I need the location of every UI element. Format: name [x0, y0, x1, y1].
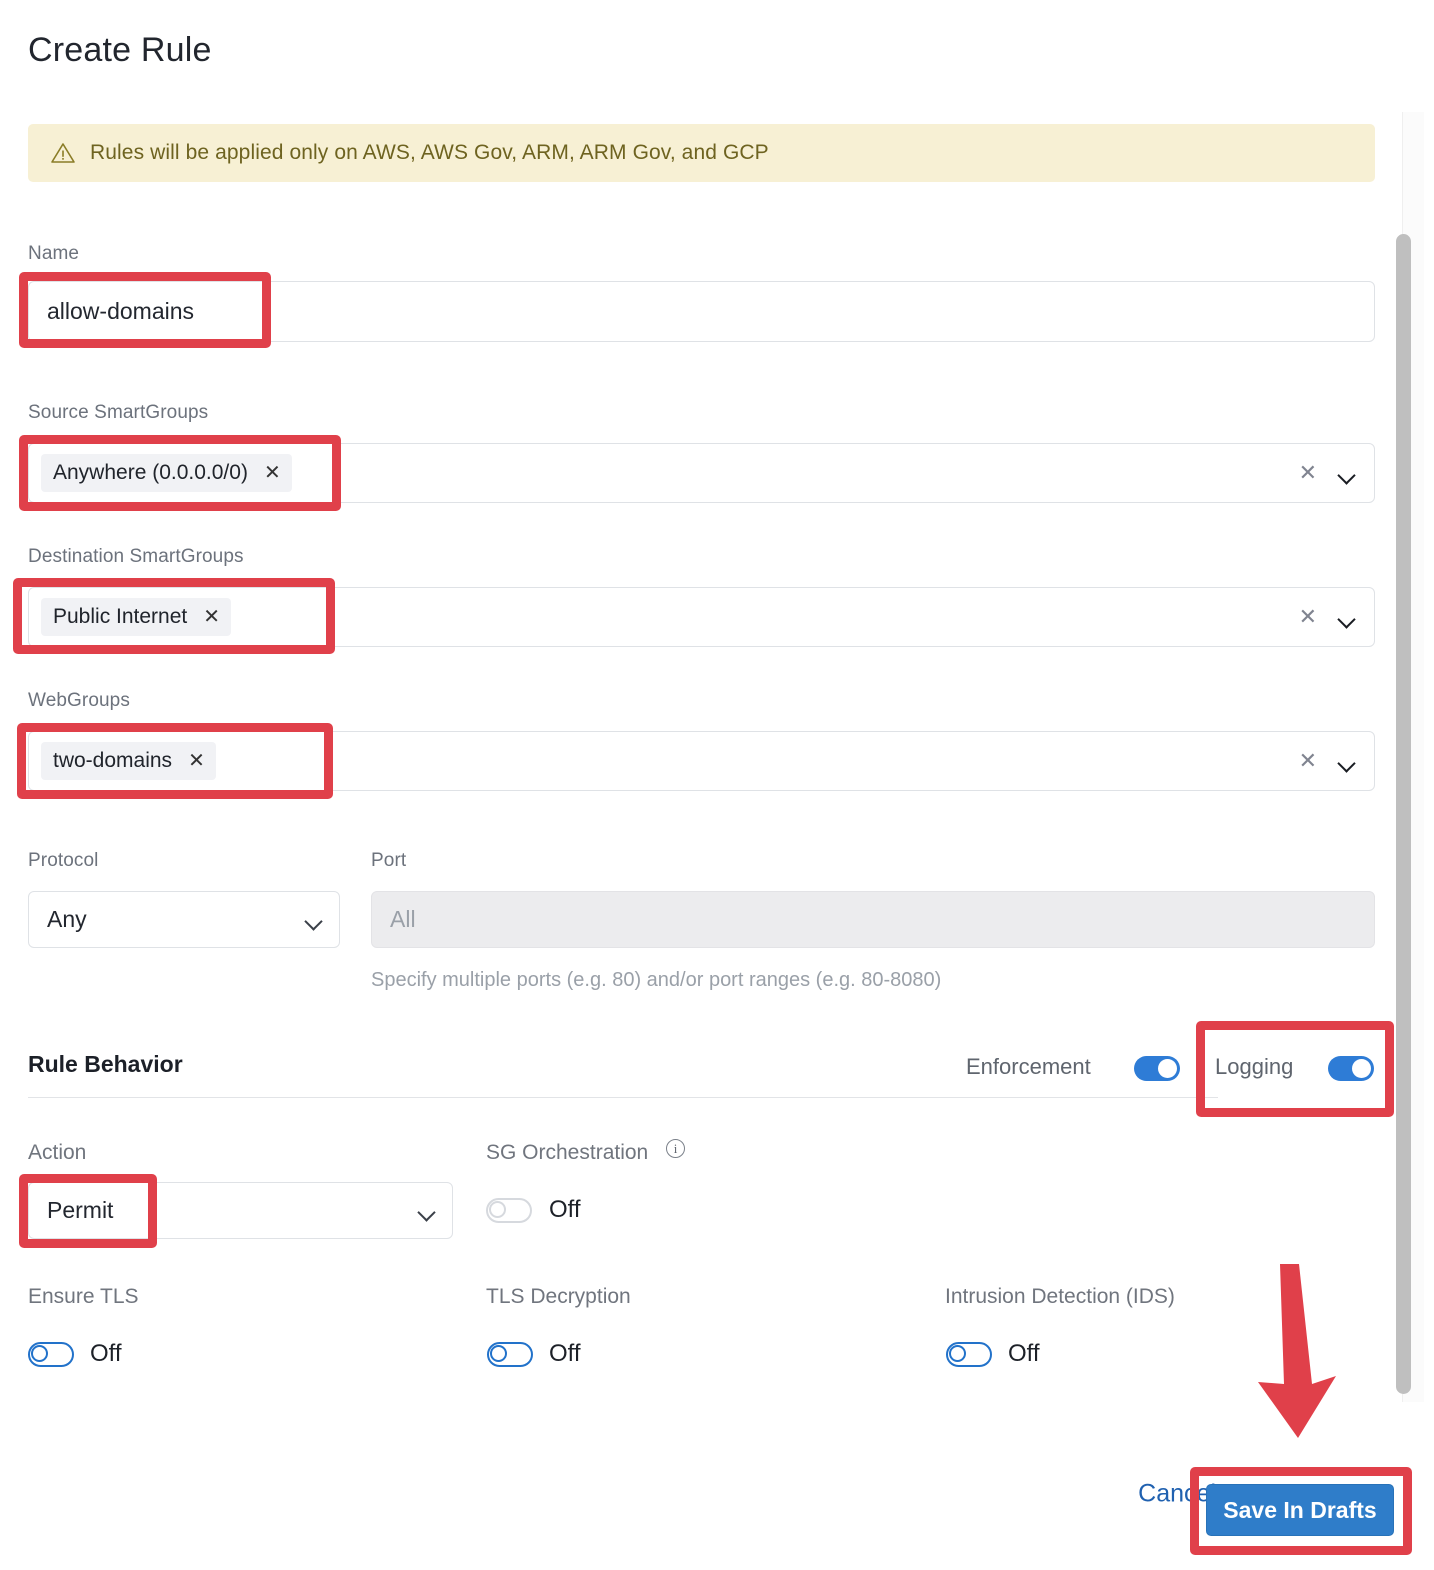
- destination-smartgroups-select[interactable]: Public Internet ✕ ✕: [28, 587, 1375, 647]
- chip-label: two-domains: [53, 749, 173, 772]
- port-label: Port: [371, 850, 407, 871]
- sg-orchestration-state: Off: [549, 1196, 581, 1223]
- annotation-arrow-down: [1258, 1264, 1336, 1438]
- vertical-scrollbar-track[interactable]: [1396, 112, 1424, 1402]
- source-smartgroups-label: Source SmartGroups: [28, 402, 209, 423]
- ensure-tls-state: Off: [90, 1340, 122, 1367]
- port-input[interactable]: All: [371, 891, 1375, 948]
- rule-behavior-divider: [28, 1097, 1218, 1098]
- clear-icon[interactable]: ✕: [1299, 462, 1317, 484]
- tls-decryption-toggle[interactable]: [487, 1342, 533, 1367]
- ids-label: Intrusion Detection (IDS): [945, 1285, 1175, 1308]
- ids-toggle[interactable]: [946, 1342, 992, 1367]
- chip-remove-icon[interactable]: ✕: [188, 751, 205, 771]
- chevron-down-icon[interactable]: [419, 1206, 434, 1215]
- create-rule-page: Create Rule Rules will be applied only o…: [0, 0, 1434, 1570]
- webgroups-select[interactable]: two-domains ✕ ✕: [28, 731, 1375, 791]
- rule-behavior-title: Rule Behavior: [28, 1051, 183, 1077]
- logging-label: Logging: [1215, 1054, 1294, 1079]
- action-value: Permit: [47, 1197, 114, 1223]
- chip-remove-icon[interactable]: ✕: [203, 607, 220, 627]
- source-smartgroups-select[interactable]: Anywhere (0.0.0.0/0) ✕ ✕: [28, 443, 1375, 503]
- ensure-tls-toggle[interactable]: [28, 1342, 74, 1367]
- warning-banner: Rules will be applied only on AWS, AWS G…: [28, 124, 1375, 182]
- chevron-down-icon[interactable]: [1339, 613, 1354, 622]
- action-select[interactable]: Permit: [28, 1182, 453, 1239]
- chevron-down-icon[interactable]: [306, 915, 321, 924]
- chip-destination-smartgroup[interactable]: Public Internet ✕: [41, 598, 232, 636]
- chip-label: Public Internet: [53, 605, 188, 628]
- destination-smartgroups-label: Destination SmartGroups: [28, 546, 244, 567]
- chip-webgroup[interactable]: two-domains ✕: [41, 742, 216, 780]
- protocol-value: Any: [47, 906, 87, 932]
- warning-banner-text: Rules will be applied only on AWS, AWS G…: [90, 141, 769, 164]
- webgroups-label: WebGroups: [28, 690, 130, 711]
- page-title: Create Rule: [28, 31, 212, 69]
- sg-orchestration-label: SG Orchestration: [486, 1141, 649, 1164]
- chevron-down-icon[interactable]: [1339, 469, 1354, 478]
- enforcement-toggle[interactable]: [1134, 1056, 1180, 1081]
- logging-toggle[interactable]: [1328, 1056, 1374, 1081]
- ids-state: Off: [1008, 1340, 1040, 1367]
- chip-remove-icon[interactable]: ✕: [264, 463, 281, 483]
- name-input-value: allow-domains: [47, 298, 195, 324]
- clear-icon[interactable]: ✕: [1299, 606, 1317, 628]
- enforcement-label: Enforcement: [966, 1054, 1091, 1079]
- port-helper-text: Specify multiple ports (e.g. 80) and/or …: [371, 969, 942, 991]
- ensure-tls-label: Ensure TLS: [28, 1285, 139, 1308]
- sg-orchestration-toggle[interactable]: [486, 1198, 532, 1223]
- chip-label: Anywhere (0.0.0.0/0): [53, 461, 248, 484]
- clear-icon[interactable]: ✕: [1299, 750, 1317, 772]
- tls-decryption-state: Off: [549, 1340, 581, 1367]
- info-icon[interactable]: i: [666, 1139, 685, 1158]
- port-placeholder: All: [390, 906, 416, 932]
- tls-decryption-label: TLS Decryption: [486, 1285, 631, 1308]
- protocol-select[interactable]: Any: [28, 891, 340, 948]
- vertical-scrollbar-thumb[interactable]: [1396, 234, 1411, 1394]
- chevron-down-icon[interactable]: [1339, 757, 1354, 766]
- warning-triangle-icon: [51, 143, 75, 163]
- name-label: Name: [28, 243, 80, 264]
- save-in-drafts-button[interactable]: Save In Drafts: [1206, 1484, 1394, 1536]
- name-input[interactable]: allow-domains: [28, 281, 1375, 342]
- action-label: Action: [28, 1141, 87, 1164]
- chip-source-smartgroup[interactable]: Anywhere (0.0.0.0/0) ✕: [41, 454, 292, 492]
- protocol-label: Protocol: [28, 850, 99, 871]
